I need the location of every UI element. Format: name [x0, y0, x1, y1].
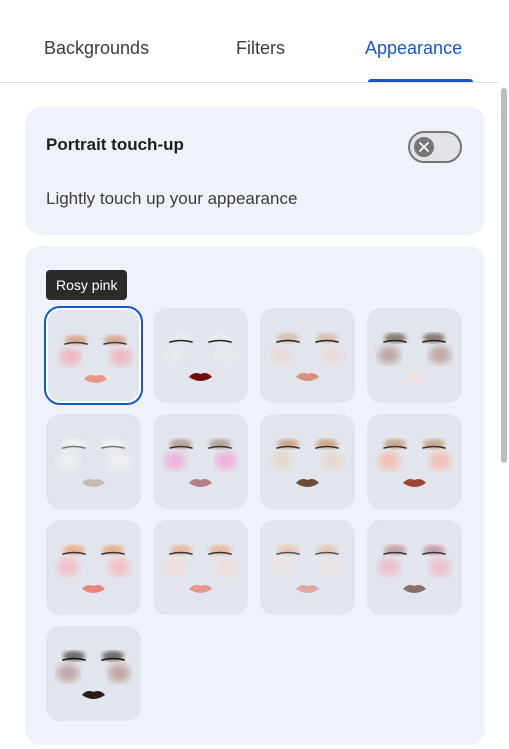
face-makeup-icon: [164, 333, 237, 381]
portrait-touchup-card: Portrait touch-up Lightly touch up your …: [25, 107, 485, 235]
look-tile[interactable]: [46, 520, 141, 615]
look-tile[interactable]: [367, 520, 462, 615]
scrollbar-thumb[interactable]: [501, 88, 507, 463]
tab-backgrounds[interactable]: Backgrounds: [44, 38, 149, 59]
tab-bar: Backgrounds Filters Appearance: [0, 0, 498, 83]
look-tile[interactable]: [44, 306, 143, 405]
face-makeup-icon: [164, 545, 237, 593]
look-tile[interactable]: [153, 520, 248, 615]
tab-appearance[interactable]: Appearance: [365, 38, 462, 59]
tab-filters[interactable]: Filters: [236, 38, 285, 59]
look-tile[interactable]: [46, 626, 141, 721]
look-tile[interactable]: [367, 308, 462, 403]
touchup-title: Portrait touch-up: [46, 135, 184, 154]
look-tile[interactable]: [260, 414, 355, 509]
face-makeup-icon: [271, 333, 344, 381]
face-makeup-icon: [57, 651, 130, 699]
look-tooltip: Rosy pink: [46, 270, 128, 300]
appearance-looks-card: Rosy pink: [25, 246, 485, 745]
look-tile[interactable]: [153, 308, 248, 403]
touchup-description: Lightly touch up your appearance: [46, 189, 298, 208]
active-tab-indicator: [368, 79, 473, 82]
look-tile[interactable]: [46, 414, 141, 509]
look-tile[interactable]: [260, 520, 355, 615]
toggle-knob: [414, 137, 434, 157]
face-makeup-icon: [271, 439, 344, 487]
face-makeup-icon: [59, 335, 132, 383]
close-icon: [419, 142, 429, 152]
face-makeup-icon: [271, 545, 344, 593]
face-makeup-icon: [57, 439, 130, 487]
look-tile[interactable]: [260, 308, 355, 403]
face-makeup-icon: [164, 439, 237, 487]
look-tile[interactable]: [367, 414, 462, 509]
touchup-toggle[interactable]: [408, 131, 462, 163]
face-makeup-icon: [57, 545, 130, 593]
face-makeup-icon: [378, 439, 451, 487]
look-tile[interactable]: [153, 414, 248, 509]
face-makeup-icon: [378, 333, 451, 381]
face-makeup-icon: [378, 545, 451, 593]
